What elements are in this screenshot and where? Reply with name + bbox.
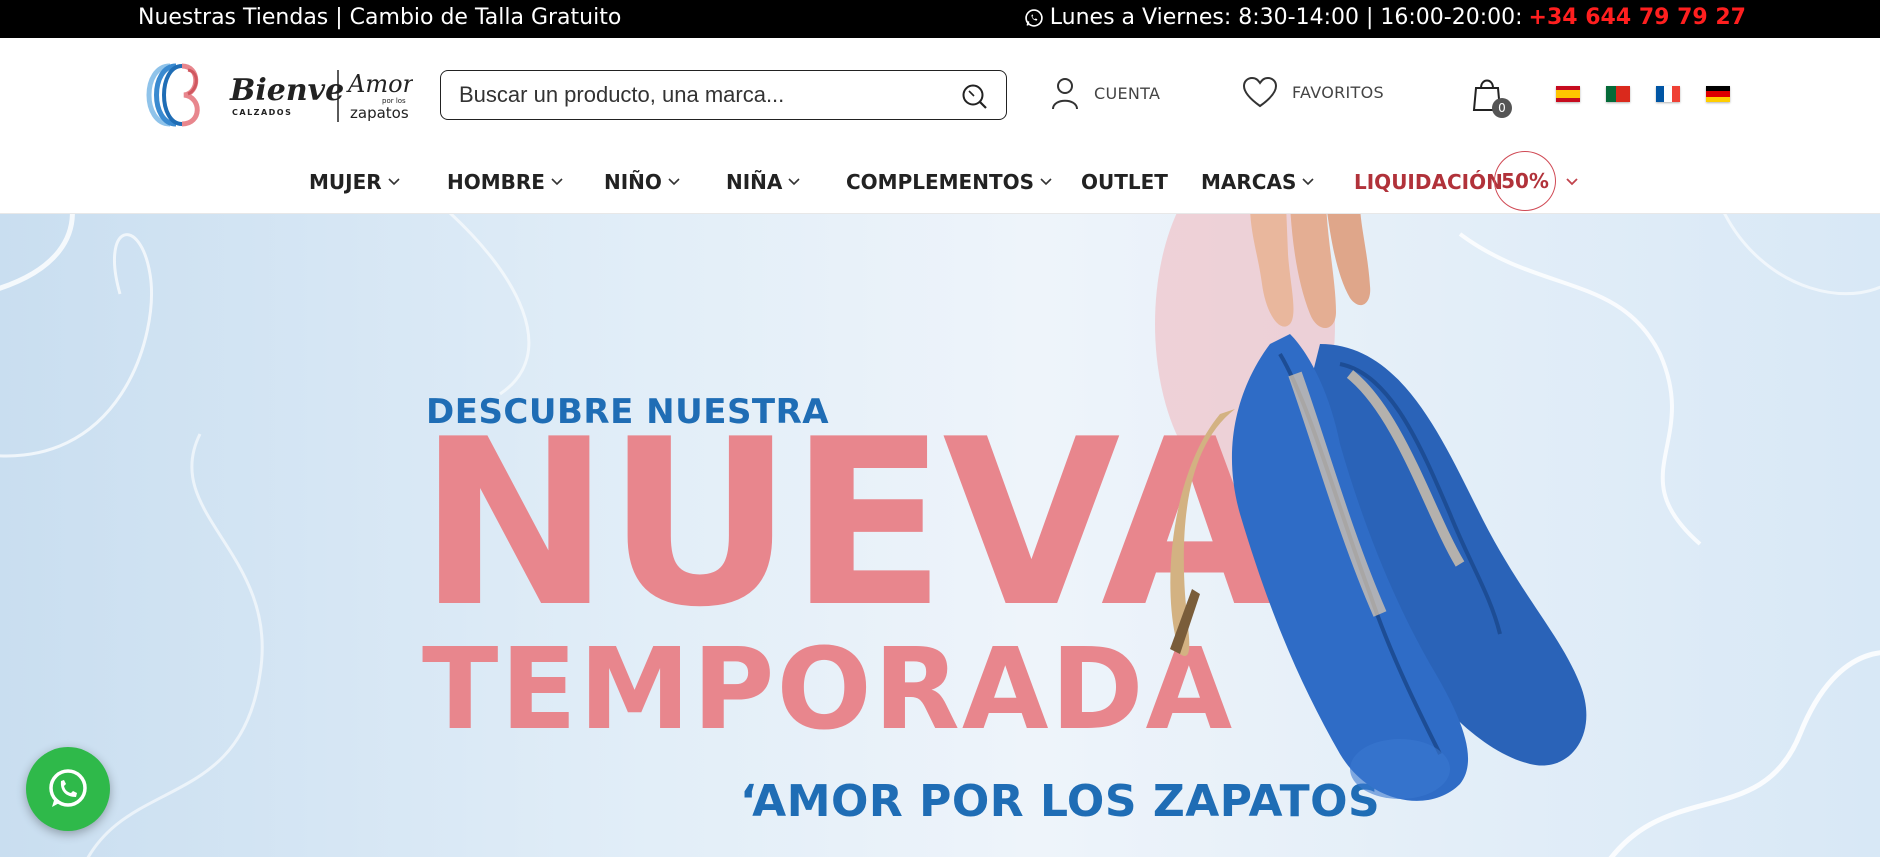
nav-item-nina[interactable]: NIÑA: [726, 170, 800, 194]
nav-label: MUJER: [309, 170, 382, 194]
cart-button[interactable]: 0: [1472, 76, 1512, 118]
nav-item-complementos[interactable]: COMPLEMENTOS: [846, 170, 1052, 194]
account-label: CUENTA: [1094, 83, 1161, 103]
favorites-label: FAVORITOS: [1292, 82, 1384, 102]
whatsapp-chat-button[interactable]: [26, 747, 110, 831]
main-navigation: MUJER HOMBRE NIÑO NIÑA COMPLEMENTOS OUTL…: [0, 150, 1880, 214]
nav-label: COMPLEMENTOS: [846, 170, 1034, 194]
svg-text:zapatos: zapatos: [350, 104, 409, 122]
nav-item-hombre[interactable]: HOMBRE: [447, 170, 563, 194]
search-icon[interactable]: [960, 82, 988, 110]
chevron-down-icon: [551, 178, 563, 186]
nav-label: MARCAS: [1201, 170, 1297, 194]
sale-percent-badge[interactable]: 50%: [1494, 151, 1556, 211]
heart-icon: [1242, 76, 1278, 108]
contact-info: Lunes a Viernes: 8:30-14:00 | 16:00-20:0…: [1024, 5, 1746, 30]
nav-item-nino[interactable]: NIÑO: [604, 170, 680, 194]
nav-label: HOMBRE: [447, 170, 545, 194]
chevron-down-icon: [788, 178, 800, 186]
svg-text:Amor: Amor: [346, 70, 413, 98]
chevron-down-icon: [1040, 178, 1052, 186]
chevron-down-icon: [1302, 178, 1314, 186]
chevron-down-icon: [388, 178, 400, 186]
phone-number-link[interactable]: +34 644 79 79 27: [1529, 5, 1746, 30]
germany-flag-icon[interactable]: [1706, 86, 1730, 102]
nav-item-marcas[interactable]: MARCAS: [1201, 170, 1314, 194]
cart-count-badge: 0: [1492, 98, 1512, 118]
portugal-flag-icon[interactable]: [1606, 86, 1630, 102]
nav-item-outlet[interactable]: OUTLET: [1081, 170, 1168, 194]
opening-hours: Lunes a Viernes: 8:30-14:00 | 16:00-20:0…: [1049, 5, 1523, 30]
brand-logo[interactable]: Bienve CALZADOS Amor por los zapatos: [138, 60, 413, 130]
account-link[interactable]: CUENTA: [1050, 76, 1160, 110]
svg-text:Bienve: Bienve: [229, 73, 344, 108]
user-icon: [1052, 78, 1078, 110]
shoe-image: [1170, 214, 1587, 801]
top-announcement-bar: Nuestras Tiendas | Cambio de Talla Gratu…: [0, 0, 1880, 38]
language-selector: [1556, 86, 1730, 102]
chevron-down-icon: [668, 178, 680, 186]
nav-label: NIÑO: [604, 170, 662, 194]
spain-flag-icon[interactable]: [1556, 86, 1580, 102]
hero-heading-secondary: TEMPORADA: [422, 625, 1235, 755]
whatsapp-icon: [1025, 8, 1043, 27]
search-bar[interactable]: [440, 70, 1007, 120]
hero-banner[interactable]: DESCUBRE NUESTRA NUEVA TEMPORADA ‘AMOR P…: [0, 214, 1880, 857]
favorites-link[interactable]: FAVORITOS: [1242, 76, 1384, 108]
nav-item-liquidacion[interactable]: LIQUIDACIÓN: [1354, 170, 1503, 194]
svg-text:CALZADOS: CALZADOS: [232, 108, 292, 117]
france-flag-icon[interactable]: [1656, 86, 1680, 102]
nav-label: NIÑA: [726, 170, 783, 194]
chevron-down-icon[interactable]: [1566, 178, 1578, 186]
whatsapp-icon: [49, 769, 87, 807]
search-input[interactable]: [459, 81, 929, 109]
nav-label: OUTLET: [1081, 170, 1168, 194]
nav-item-mujer[interactable]: MUJER: [309, 170, 400, 194]
site-header: Bienve CALZADOS Amor por los zapatos CUE…: [0, 38, 1880, 150]
stores-and-size-change-link[interactable]: Nuestras Tiendas | Cambio de Talla Gratu…: [138, 5, 621, 30]
nav-label: LIQUIDACIÓN: [1354, 170, 1503, 194]
